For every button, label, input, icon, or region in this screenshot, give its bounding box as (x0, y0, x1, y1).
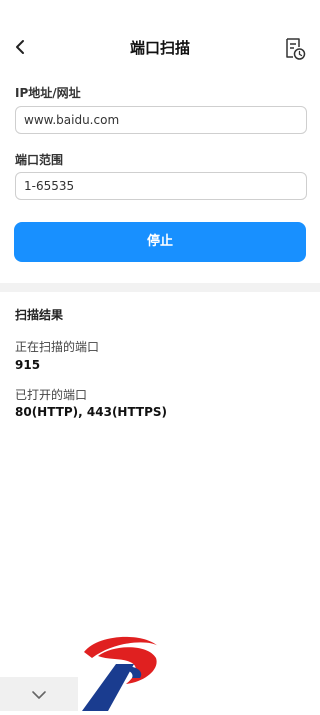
brand-logo-icon (78, 632, 162, 715)
history-list-icon[interactable] (282, 36, 308, 62)
scanning-port-label: 正在扫描的端口 (15, 340, 100, 354)
top-bar: 端口扫描 (0, 0, 320, 67)
open-ports-value: 80(HTTP), 443(HTTPS) (15, 405, 168, 419)
stop-button[interactable]: 停止 (14, 222, 306, 262)
port-range-input[interactable] (15, 172, 307, 200)
port-range-label: 端口范围 (15, 153, 64, 167)
ip-input[interactable] (15, 106, 307, 134)
chevron-down-icon[interactable] (31, 686, 47, 705)
section-divider (0, 283, 320, 292)
open-ports-label: 已打开的端口 (15, 388, 88, 402)
page-title: 端口扫描 (129, 39, 190, 57)
scanning-port-value: 915 (15, 358, 41, 372)
results-title: 扫描结果 (15, 308, 64, 322)
ip-label: IP地址/网址 (15, 86, 81, 100)
